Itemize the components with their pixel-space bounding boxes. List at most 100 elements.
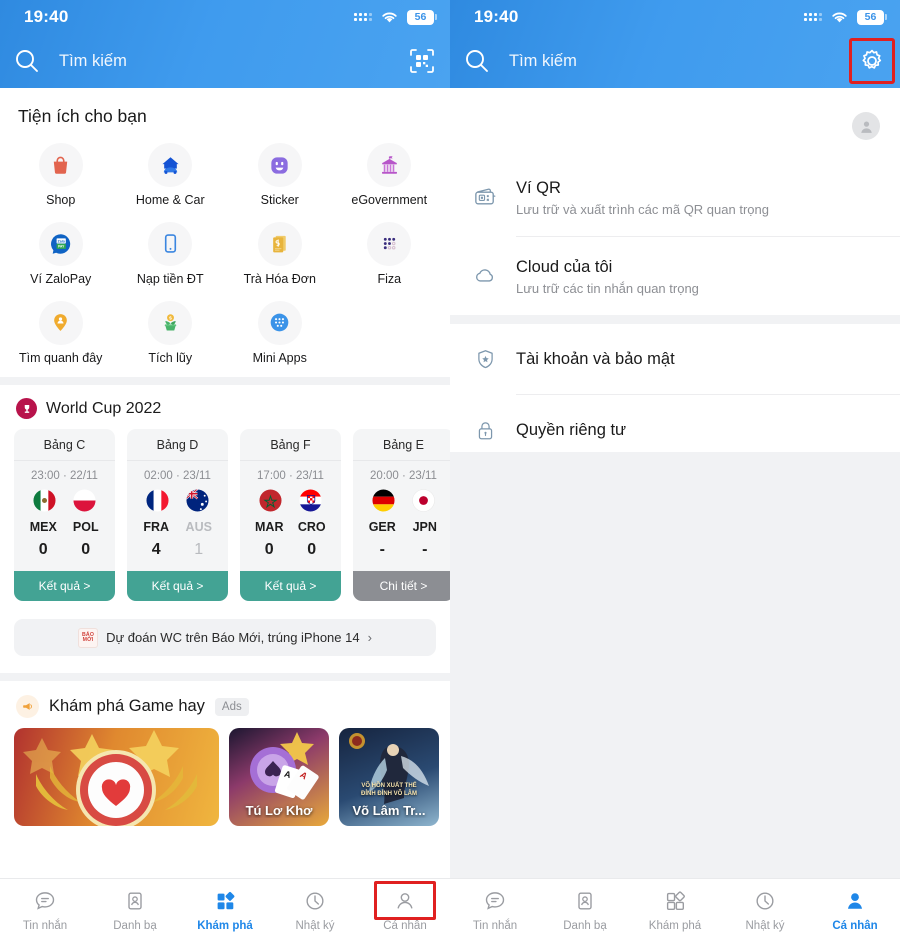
search-input[interactable]: Tìm kiếm bbox=[509, 52, 858, 71]
match-action-button[interactable]: Chi tiết > bbox=[353, 571, 450, 602]
match-action-button[interactable]: Kết quả > bbox=[240, 571, 341, 602]
section-divider bbox=[0, 377, 450, 386]
utility-egovernment[interactable]: eGovernment bbox=[335, 137, 445, 210]
contacts-icon bbox=[573, 888, 597, 914]
match-action-button[interactable]: Kết quả > bbox=[127, 571, 228, 602]
chat-bubble-icon bbox=[33, 888, 57, 914]
utility-nap-tien-dt[interactable]: Nạp tiền ĐT bbox=[116, 216, 226, 289]
tab-label: Danh bạ bbox=[563, 920, 607, 932]
utility-fiza[interactable]: Fiza bbox=[335, 216, 445, 289]
game-card-subtitle: VÕ HỒN XUẤT THẾ ĐỈNH ĐỈNH VÕ LÂM bbox=[339, 783, 439, 798]
menu-section-divider bbox=[450, 315, 900, 324]
tab-ca-nhan[interactable]: Cá nhân bbox=[810, 888, 900, 932]
signal-dots-icon bbox=[354, 13, 372, 21]
ads-badge: Ads bbox=[214, 697, 249, 716]
tab-nhat-ky[interactable]: Nhật ký bbox=[720, 888, 810, 932]
australia-flag-icon bbox=[186, 489, 209, 512]
zalopay-icon: Zalo PAY bbox=[38, 221, 83, 266]
battery-icon: 56 bbox=[407, 9, 437, 25]
utility-empty-slot bbox=[335, 295, 445, 368]
utility-shop[interactable]: Shop bbox=[6, 137, 116, 210]
croatia-flag-icon bbox=[299, 489, 322, 512]
utility-mini-apps[interactable]: Mini Apps bbox=[225, 295, 335, 368]
utility-tra-hoa-don[interactable]: Trà Hóa Đơn bbox=[225, 216, 335, 289]
contacts-icon bbox=[123, 888, 147, 914]
worldcup-match-card[interactable]: Bảng E 20:00 · 23/11 GER JPN - - Chi tiế… bbox=[353, 429, 450, 602]
battery-level: 56 bbox=[864, 11, 877, 23]
qr-scan-icon[interactable] bbox=[408, 47, 436, 75]
screenshot-root: 19:40 56 Tìm kiếm Tiện ích cho bạn Shop … bbox=[0, 0, 900, 950]
worldcup-match-card[interactable]: Bảng D 02:00 · 23/11 FRA AUS 4 1 Kết quả… bbox=[127, 429, 228, 602]
utility-label: Mini Apps bbox=[252, 350, 307, 365]
discover-grid-icon bbox=[213, 888, 237, 914]
match-scores: - - bbox=[353, 534, 450, 571]
tab-ca-nhan[interactable]: Cá nhân bbox=[360, 881, 450, 932]
search-icon[interactable] bbox=[12, 46, 42, 76]
utility-label: Sticker bbox=[260, 193, 299, 207]
promo-text: Dự đoán WC trên Báo Mới, trúng iPhone 14 bbox=[106, 630, 360, 646]
money-plant-icon: $ bbox=[148, 300, 193, 345]
utility-label: Tích lũy bbox=[148, 350, 193, 365]
tab-label: Khám phá bbox=[648, 920, 702, 932]
worldcup-title: World Cup 2022 bbox=[46, 399, 162, 417]
left-search-bar[interactable]: Tìm kiếm bbox=[0, 34, 450, 88]
game-card-tu-lo-kho[interactable]: A A Tú Lơ Khơ bbox=[229, 728, 329, 827]
tab-danh-ba[interactable]: Danh bạ bbox=[90, 888, 180, 932]
menu-item-vi-qr[interactable]: Ví QR Lưu trữ và xuất trình các mã QR qu… bbox=[450, 158, 900, 236]
match-flags bbox=[14, 488, 115, 515]
utility-tim-quanh-day[interactable]: Tìm quanh đây bbox=[6, 295, 116, 368]
search-input[interactable]: Tìm kiếm bbox=[59, 52, 408, 71]
right-status-bar: 19:40 56 bbox=[450, 0, 900, 34]
tab-label: Nhật ký bbox=[295, 920, 335, 932]
chevron-right-icon: › bbox=[367, 630, 372, 646]
tab-tin-nhan[interactable]: Tin nhắn bbox=[450, 888, 540, 932]
menu-item-title: Tài khoản và bảo mật bbox=[516, 349, 675, 368]
games-strip[interactable]: A A Tú Lơ Khơ VÕ HỒN XUẤT THẾ ĐỈNH ĐỈNH … bbox=[0, 728, 450, 827]
utility-home-car[interactable]: Home & Car bbox=[116, 137, 226, 210]
team-score-away: 1 bbox=[194, 541, 204, 559]
worldcup-match-strip[interactable]: Bảng C 23:00 · 22/11 MEX POL 0 0 Kết quả… bbox=[0, 429, 450, 602]
team-score-away: 0 bbox=[81, 541, 91, 559]
trophy-icon bbox=[16, 398, 37, 420]
promo-banner[interactable]: BÁO MỚI Dự đoán WC trên Báo Mới, trúng i… bbox=[14, 619, 436, 657]
menu-item-tai-khoan-bao-mat[interactable]: Tài khoản và bảo mật bbox=[450, 324, 900, 394]
tab-tin-nhan[interactable]: Tin nhắn bbox=[0, 888, 90, 932]
game-card-casino[interactable] bbox=[14, 728, 219, 827]
team-score-home: 0 bbox=[264, 541, 274, 559]
utility-tich-luy[interactable]: $ Tích lũy bbox=[116, 295, 226, 368]
person-avatar-icon[interactable] bbox=[852, 112, 880, 140]
match-flags bbox=[127, 488, 228, 515]
search-icon[interactable] bbox=[462, 46, 492, 76]
poland-flag-icon bbox=[73, 489, 96, 512]
worldcup-match-card[interactable]: Bảng C 23:00 · 22/11 MEX POL 0 0 Kết quả… bbox=[14, 429, 115, 602]
match-action-button[interactable]: Kết quả > bbox=[14, 571, 115, 602]
tab-label: Tin nhắn bbox=[472, 920, 518, 932]
tab-nhat-ky[interactable]: Nhật ký bbox=[270, 888, 360, 932]
game-card-vo-lam[interactable]: VÕ HỒN XUẤT THẾ ĐỈNH ĐỈNH VÕ LÂM Võ Lâm … bbox=[339, 728, 439, 827]
games-header: Khám phá Game hay Ads bbox=[0, 681, 450, 728]
right-tab-bar[interactable]: Tin nhắn Danh bạ Khám phá Nhật ký Cá nhâ… bbox=[450, 878, 900, 950]
worldcup-match-card[interactable]: Bảng F 17:00 · 23/11 MAR CRO 0 0 Kết quả… bbox=[240, 429, 341, 602]
menu-item-text: Tài khoản và bảo mật bbox=[516, 348, 884, 370]
megaphone-icon bbox=[16, 695, 39, 719]
utility-vi-zalopay[interactable]: Zalo PAY Ví ZaloPay bbox=[6, 216, 116, 289]
signal-dots-icon bbox=[804, 13, 822, 21]
tab-kham-pha[interactable]: Khám phá bbox=[630, 888, 720, 932]
menu-item-subtitle: Lưu trữ và xuất trình các mã QR quan trọ… bbox=[516, 202, 769, 218]
left-tab-bar[interactable]: Tin nhắn Danh bạ Khám phá Nhật ký Cá nhâ… bbox=[0, 878, 450, 950]
tab-danh-ba[interactable]: Danh bạ bbox=[540, 888, 630, 932]
tab-kham-pha[interactable]: Khám phá bbox=[180, 888, 270, 932]
utility-sticker[interactable]: Sticker bbox=[225, 137, 335, 210]
mexico-flag-icon bbox=[33, 489, 56, 512]
tab-label: Danh bạ bbox=[113, 920, 157, 932]
menu-item-cloud-cua-toi[interactable]: Cloud của tôi Lưu trữ các tin nhắn quan … bbox=[450, 237, 900, 315]
utilities-title: Tiện ích cho bạn bbox=[18, 106, 147, 126]
menu-item-subtitle: Lưu trữ các tin nhắn quan trọng bbox=[516, 281, 699, 297]
team-code-home: FRA bbox=[143, 520, 170, 535]
team-code-away: AUS bbox=[185, 520, 212, 535]
tab-label: Nhật ký bbox=[745, 920, 785, 932]
right-search-bar[interactable]: Tìm kiếm bbox=[450, 34, 900, 88]
match-scores: 4 1 bbox=[127, 534, 228, 571]
gear-icon[interactable] bbox=[849, 38, 895, 84]
status-icon-group: 56 bbox=[354, 9, 437, 25]
